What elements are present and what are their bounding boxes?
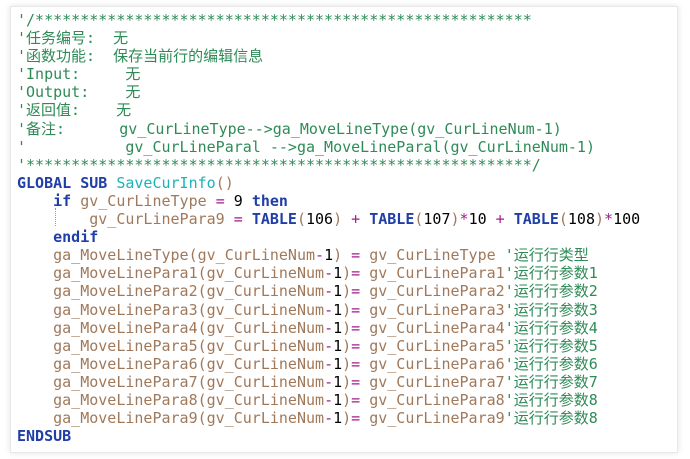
code-line-21: ga_MoveLinePara7(gv_CurLineNum-1)= gv_Cu… <box>53 372 598 391</box>
code-line-17: ga_MoveLinePara3(gv_CurLineNum-1)= gv_Cu… <box>53 300 598 319</box>
code-line-11: if gv_CurLineType = 9 then <box>53 191 288 210</box>
code-line-18: ga_MoveLinePara4(gv_CurLineNum-1)= gv_Cu… <box>53 318 598 337</box>
code-line-6: '返回值: 无 <box>17 101 132 120</box>
code-line-20: ga_MoveLinePara6(gv_CurLineNum-1)= gv_Cu… <box>53 354 598 373</box>
code-line-13: endif <box>53 228 99 247</box>
code-line-10: GLOBAL SUB SaveCurInfo() <box>17 173 234 192</box>
code-line-8: ' gv_CurLineParal -->ga_MoveLineParal(gv… <box>17 137 595 156</box>
code-line-2: '任务编号: 无 <box>17 29 129 48</box>
code-editor-panel: '/**************************************… <box>10 6 678 453</box>
code-line-1: '/**************************************… <box>17 11 532 29</box>
code-line-12: gv_CurLinePara9 = TABLE(106) + TABLE(107… <box>89 210 641 229</box>
code-line-22: ga_MoveLinePara8(gv_CurLineNum-1)= gv_Cu… <box>53 390 598 409</box>
code-line-9: '***************************************… <box>17 155 541 174</box>
code-line-16: ga_MoveLinePara2(gv_CurLineNum-1)= gv_Cu… <box>53 282 598 301</box>
code-line-5: 'Output: 无 <box>17 83 141 102</box>
code-line-14: ga_MoveLineType(gv_CurLineNum-1) = gv_Cu… <box>53 246 589 265</box>
code-area[interactable]: '/**************************************… <box>17 11 673 448</box>
code-line-15: ga_MoveLinePara1(gv_CurLineNum-1)= gv_Cu… <box>53 264 598 283</box>
indent-guide <box>55 208 56 226</box>
code-line-7: '备注: gv_CurLineType-->ga_MoveLineType(gv… <box>17 119 562 138</box>
code-line-19: ga_MoveLinePara5(gv_CurLineNum-1)= gv_Cu… <box>53 336 598 355</box>
code-line-4: 'Input: 无 <box>17 65 141 84</box>
code-line-24: ENDSUB <box>17 427 72 446</box>
code-line-23: ga_MoveLinePara9(gv_CurLineNum-1)= gv_Cu… <box>53 409 598 428</box>
code-line-3: '函数功能: 保存当前行的编辑信息 <box>17 47 264 66</box>
